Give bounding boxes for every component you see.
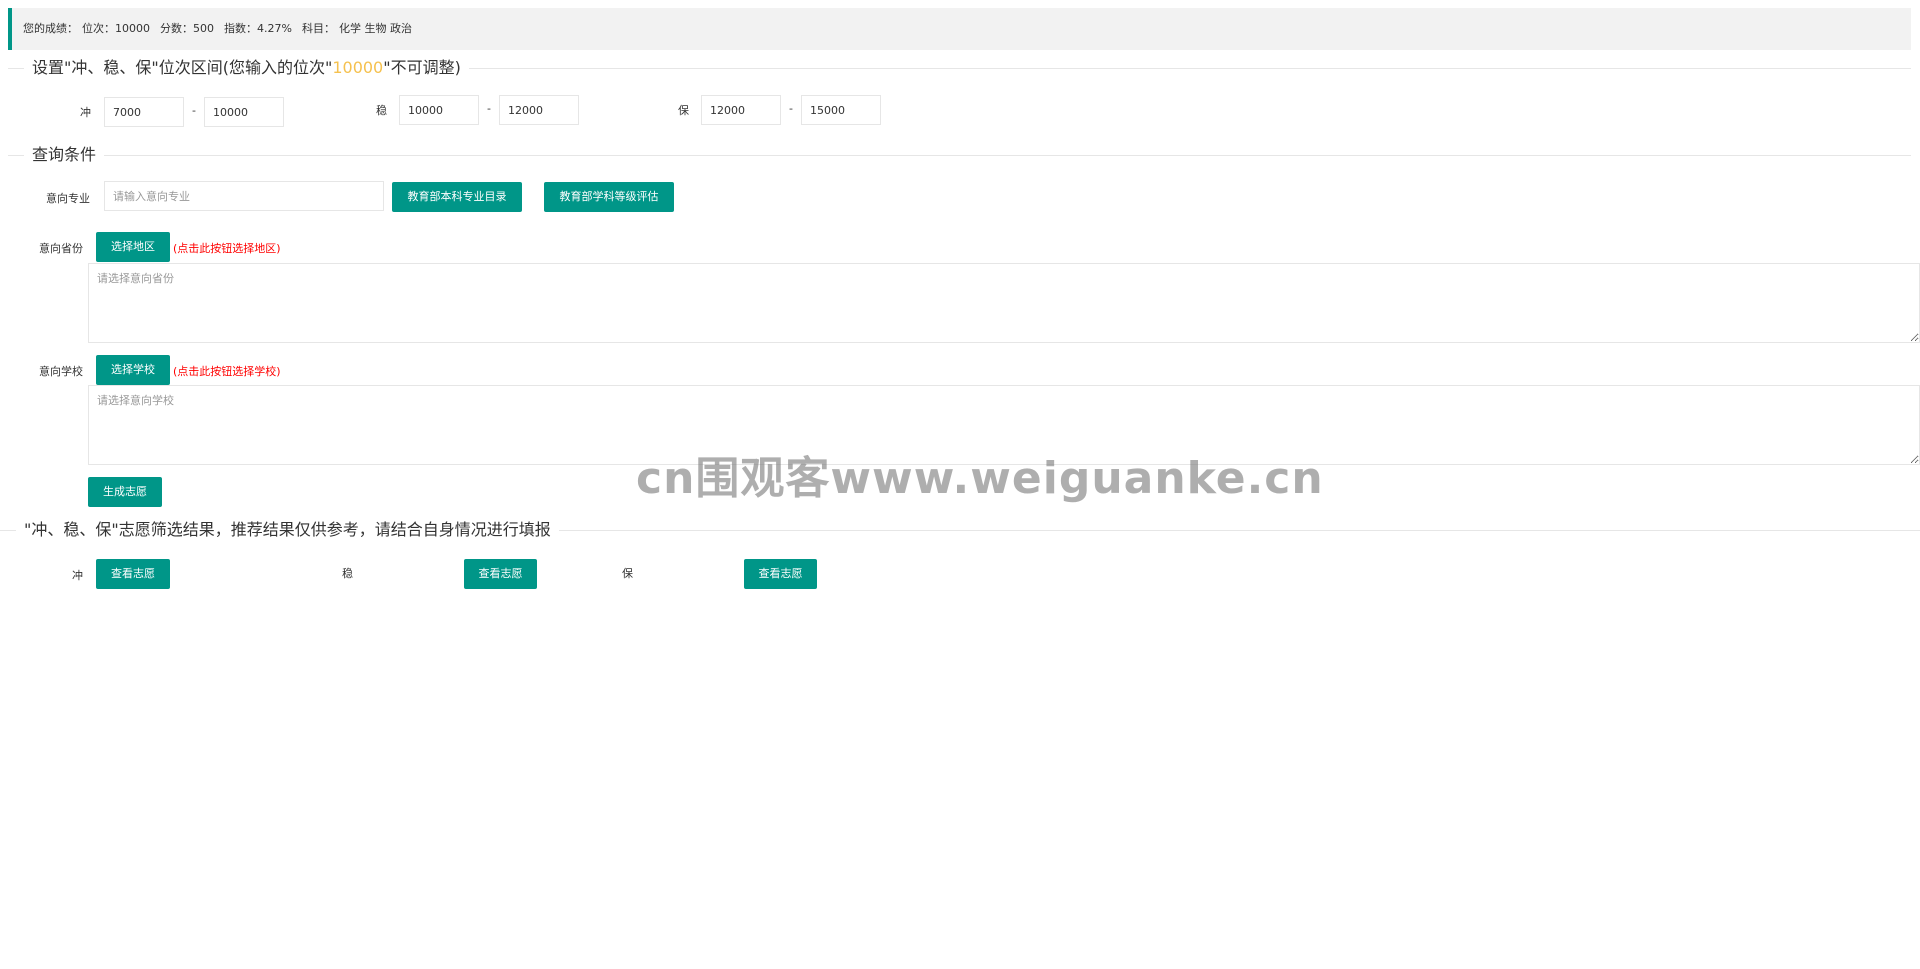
bao-from-input[interactable] (701, 95, 781, 125)
province-label: 意向省份 (39, 242, 83, 255)
result-section-title: "冲、稳、保"志愿筛选结果，推荐结果仅供参考，请结合自身情况进行填报 (16, 519, 559, 541)
view-chong-button[interactable]: 查看志愿 (96, 559, 170, 589)
major-label: 意向专业 (46, 192, 90, 205)
major-catalog-button[interactable]: 教育部本科专业目录 (392, 182, 522, 212)
result-wen-label: 稳 (342, 567, 353, 580)
query-section-title: 查询条件 (24, 144, 105, 166)
wen-dash: - (487, 102, 491, 115)
bao-label: 保 (678, 104, 689, 117)
province-hint: (点击此按钮选择地区) (173, 242, 281, 255)
bao-to-input[interactable] (801, 95, 881, 125)
range-title-highlight: 10000 (332, 58, 384, 77)
select-school-button[interactable]: 选择学校 (96, 355, 170, 385)
view-bao-button[interactable]: 查看志愿 (744, 559, 817, 589)
school-label: 意向学校 (39, 365, 83, 378)
chong-from-input[interactable] (104, 97, 184, 127)
province-textarea[interactable] (88, 263, 1920, 343)
score-summary-bar: 您的成绩： 位次：10000 分数：500 指数：4.27% 科目： 化学 生物 政治 (8, 8, 1911, 50)
summary-rank: 位次：10000 (82, 22, 150, 35)
chong-label: 冲 (80, 106, 91, 119)
range-title-part2: "不可调整) (383, 58, 461, 77)
result-bao-label: 保 (622, 567, 633, 580)
wen-from-input[interactable] (399, 95, 479, 125)
query-section-divider (8, 155, 1911, 156)
summary-subjects: 化学 生物 政治 (338, 22, 412, 35)
range-title-part1: 设置"冲、稳、保"位次区间(您输入的位次" (32, 58, 333, 77)
wen-label: 稳 (376, 104, 387, 117)
bao-dash: - (789, 102, 793, 115)
wen-to-input[interactable] (499, 95, 579, 125)
school-hint: (点击此按钮选择学校) (173, 365, 281, 378)
view-wen-button[interactable]: 查看志愿 (464, 559, 537, 589)
summary-subjects-label: 科目： (301, 22, 335, 35)
chong-to-input[interactable] (204, 97, 284, 127)
result-chong-label: 冲 (72, 569, 83, 582)
watermark: cn围观客www.weiguanke.cn (636, 453, 1324, 504)
summary-prefix: 您的成绩： (23, 22, 78, 35)
generate-plan-button[interactable]: 生成志愿 (88, 477, 162, 507)
summary-score: 分数：500 (160, 22, 214, 35)
summary-index: 指数：4.27% (224, 22, 292, 35)
range-section-title: 设置"冲、稳、保"位次区间(您输入的位次"10000"不可调整) (24, 57, 469, 79)
chong-dash: - (192, 104, 196, 117)
select-region-button[interactable]: 选择地区 (96, 232, 170, 262)
major-input[interactable] (104, 181, 384, 211)
discipline-evaluation-button[interactable]: 教育部学科等级评估 (544, 182, 674, 212)
